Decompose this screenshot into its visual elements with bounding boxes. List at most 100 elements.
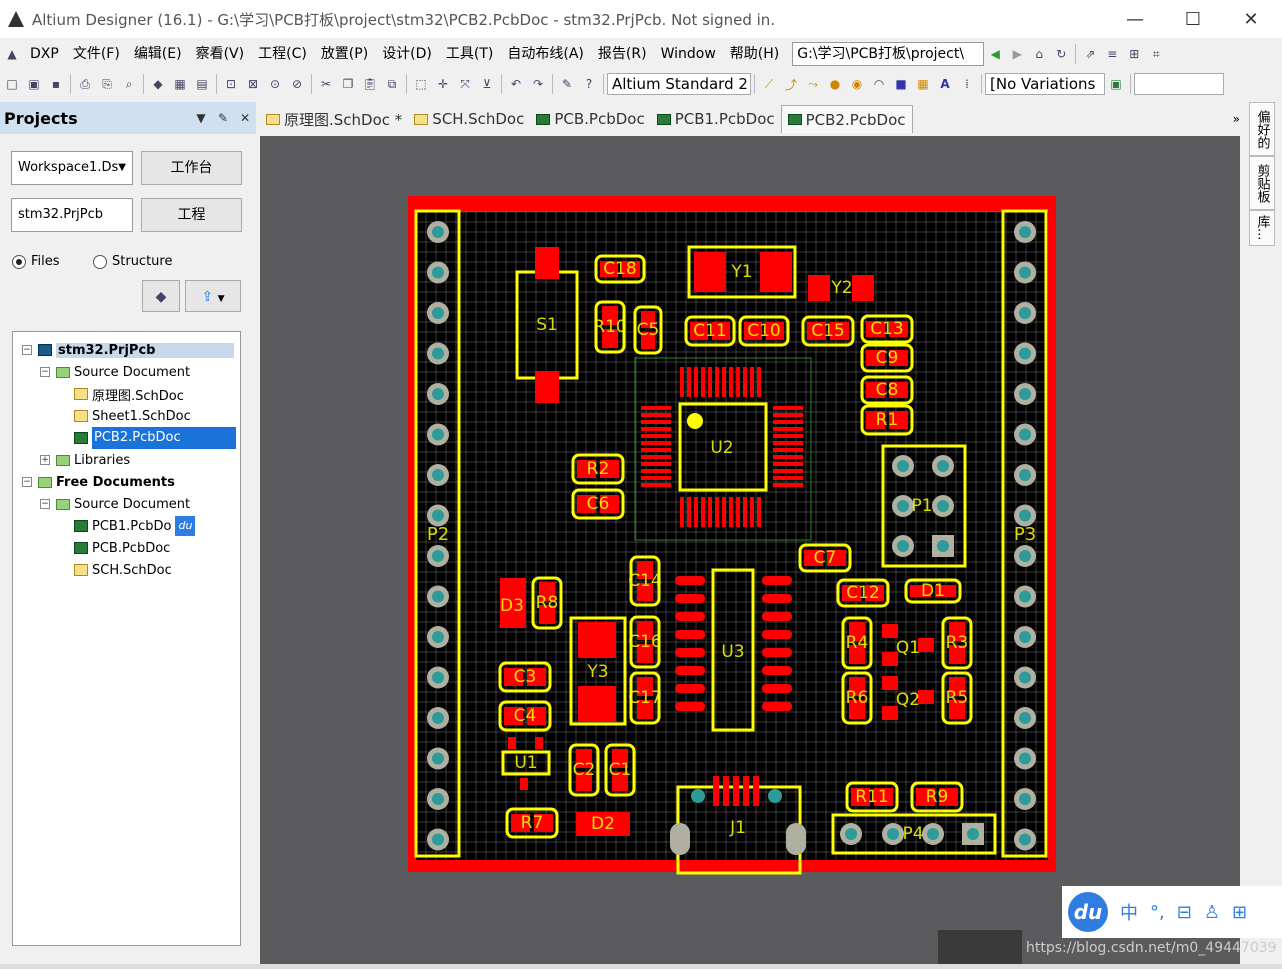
arc-icon[interactable]: ◠ xyxy=(869,74,889,94)
3d-icon[interactable]: ◆ xyxy=(148,74,168,94)
project-button[interactable]: 工程 xyxy=(141,198,242,232)
menu-dxp[interactable]: DXP xyxy=(23,42,66,66)
baidu-logo[interactable]: du xyxy=(1068,892,1108,932)
punctuation-icon[interactable]: °, xyxy=(1150,902,1165,923)
structure-radio[interactable]: Structure xyxy=(93,254,172,269)
copy-icon[interactable]: ❐ xyxy=(338,74,358,94)
board-icon[interactable]: ▦ xyxy=(170,74,190,94)
collapse-icon[interactable]: − xyxy=(40,367,50,377)
tree-file-row[interactable]: SCH.SchDoc xyxy=(74,559,172,581)
collapse-icon[interactable]: − xyxy=(40,499,50,509)
home-icon[interactable]: ⌂ xyxy=(1029,44,1049,64)
paste-icon[interactable]: 📋︎ xyxy=(360,74,380,94)
clear-filter-icon[interactable]: ⊻ xyxy=(477,74,497,94)
print-preview-icon[interactable]: ⎘ xyxy=(97,74,117,94)
menu-view[interactable]: 察看(V) xyxy=(189,42,252,66)
workbench-button[interactable]: 工作台 xyxy=(141,151,242,185)
zoom-fit-icon[interactable]: ⊡ xyxy=(221,74,241,94)
baidu-ime-icon[interactable]: du xyxy=(175,516,196,536)
library-icon[interactable]: ⊞ xyxy=(1124,44,1144,64)
tool-icon[interactable]: ⌗ xyxy=(1146,44,1166,64)
fill-icon[interactable]: ■ xyxy=(891,74,911,94)
cut-icon[interactable]: ✂ xyxy=(316,74,336,94)
route-icon[interactable]: ⟋ xyxy=(759,74,779,94)
rubber-stamp-icon[interactable]: ⧉ xyxy=(382,74,402,94)
compile-button[interactable]: ◆ xyxy=(142,280,180,312)
files-radio[interactable]: Files xyxy=(12,254,60,269)
user-icon[interactable]: ♙ xyxy=(1204,902,1220,923)
new-icon[interactable]: □ xyxy=(2,74,22,94)
polygon-icon[interactable]: ▦ xyxy=(913,74,933,94)
forward-icon[interactable]: ▶ xyxy=(1007,44,1027,64)
tab-pcb1[interactable]: PCB1.PcbDoc xyxy=(651,105,781,133)
align-icon[interactable]: ≡ xyxy=(1102,44,1122,64)
ime-mode-label[interactable]: 中 xyxy=(1120,899,1138,925)
menu-file[interactable]: 文件(F) xyxy=(66,42,127,66)
open-icon[interactable]: ▣ xyxy=(24,74,44,94)
standard-combo[interactable]: Altium Standard 2 xyxy=(607,73,751,95)
zoom-icon[interactable]: ⌕ xyxy=(119,74,139,94)
tree-free-docs-row[interactable]: − Free Documents xyxy=(22,471,175,493)
string-icon[interactable]: A xyxy=(935,74,955,94)
pcb-canvas[interactable]: P2 P3 S1 C18 Y1 Y2 R10 C5 C11 C10 C15 C13 C9 C8 R1 U2 R2… xyxy=(260,136,1240,964)
menu-tools[interactable]: 工具(T) xyxy=(439,42,500,66)
menu-project[interactable]: 工程(C) xyxy=(251,42,314,66)
pin-icon[interactable]: ✎ xyxy=(212,111,234,125)
menu-autoroute[interactable]: 自动布线(A) xyxy=(500,42,591,66)
side-tab-favorites[interactable]: 偏好的 xyxy=(1249,102,1275,156)
expand-icon[interactable]: + xyxy=(40,455,50,465)
panel-menu-icon[interactable]: ▼ xyxy=(190,111,212,125)
tab-pcb[interactable]: PCB.PcbDoc xyxy=(530,105,650,133)
toolbox-icon[interactable]: ⊟ xyxy=(1177,902,1192,923)
menu-design[interactable]: 设计(D) xyxy=(375,42,439,66)
save-icon[interactable]: ▪ xyxy=(46,74,66,94)
move-icon[interactable]: ✛ xyxy=(433,74,453,94)
tree-file-row[interactable]: Sheet1.SchDoc xyxy=(74,405,191,427)
pad-icon[interactable]: ● xyxy=(825,74,845,94)
cross-probe-icon[interactable]: ✎ xyxy=(557,74,577,94)
deselect-icon[interactable]: ⤧ xyxy=(455,74,475,94)
diff-pair-icon[interactable]: ⤳ xyxy=(803,74,823,94)
menu-edit[interactable]: 编辑(E) xyxy=(127,42,189,66)
side-tab-library[interactable]: 库... xyxy=(1249,210,1275,246)
path-combo[interactable]: G:\学习\PCB打板\project\ xyxy=(792,42,985,66)
tree-source-row[interactable]: − Source Document xyxy=(40,361,190,383)
interactive-route-icon[interactable]: ⤴ xyxy=(781,74,801,94)
close-button[interactable]: ✕ xyxy=(1222,0,1280,38)
panel-close-icon[interactable]: ✕ xyxy=(234,111,256,125)
print-icon[interactable]: ⎙ xyxy=(75,74,95,94)
back-icon[interactable]: ◀ xyxy=(985,44,1005,64)
redo-icon[interactable]: ↷ xyxy=(528,74,548,94)
project-combo[interactable]: stm32.PrjPcb xyxy=(11,198,133,232)
tree-free-source-row[interactable]: − Source Document xyxy=(40,493,190,515)
array-icon[interactable]: ⁞ xyxy=(957,74,977,94)
refresh-icon[interactable]: ↻ xyxy=(1051,44,1071,64)
zoom-filter-icon[interactable]: ⊘ xyxy=(287,74,307,94)
tab-schdoc-main[interactable]: 原理图.SchDoc * xyxy=(260,105,408,133)
layer-icon[interactable]: ▤ xyxy=(192,74,212,94)
side-tab-clipboard[interactable]: 剪贴板 xyxy=(1249,156,1275,210)
tree-file-row-selected[interactable]: PCB2.PcbDoc xyxy=(74,427,236,449)
tree-project-row[interactable]: − stm32.PrjPcb xyxy=(22,339,234,361)
tree-file-row[interactable]: 原理图.SchDoc xyxy=(74,383,184,405)
tab-sch[interactable]: SCH.SchDoc xyxy=(408,105,530,133)
tree-libraries-row[interactable]: + Libraries xyxy=(40,449,130,471)
zoom-selected-icon[interactable]: ⊙ xyxy=(265,74,285,94)
zoom-area-icon[interactable]: ⊠ xyxy=(243,74,263,94)
export-button[interactable]: ⇪ ▼ xyxy=(185,280,241,312)
select-area-icon[interactable]: ⬚ xyxy=(411,74,431,94)
via-icon[interactable]: ◉ xyxy=(847,74,867,94)
minimize-button[interactable]: — xyxy=(1106,0,1164,38)
menu-place[interactable]: 放置(P) xyxy=(314,42,375,66)
workspace-combo[interactable]: Workspace1.Ds ▼ xyxy=(11,151,133,185)
tree-file-row[interactable]: PCB.PcbDoc xyxy=(74,537,170,559)
collapse-icon[interactable]: − xyxy=(22,477,32,487)
blank-combo[interactable] xyxy=(1134,73,1224,95)
tree-file-row[interactable]: PCB1.PcbDo du xyxy=(74,515,196,537)
maximize-button[interactable]: ☐ xyxy=(1164,0,1222,38)
grid-menu-icon[interactable]: ⊞ xyxy=(1232,902,1247,923)
help-icon[interactable]: ? xyxy=(579,74,599,94)
menu-window[interactable]: Window xyxy=(654,42,723,66)
chart-icon[interactable]: ⇗ xyxy=(1080,44,1100,64)
undo-icon[interactable]: ↶ xyxy=(506,74,526,94)
